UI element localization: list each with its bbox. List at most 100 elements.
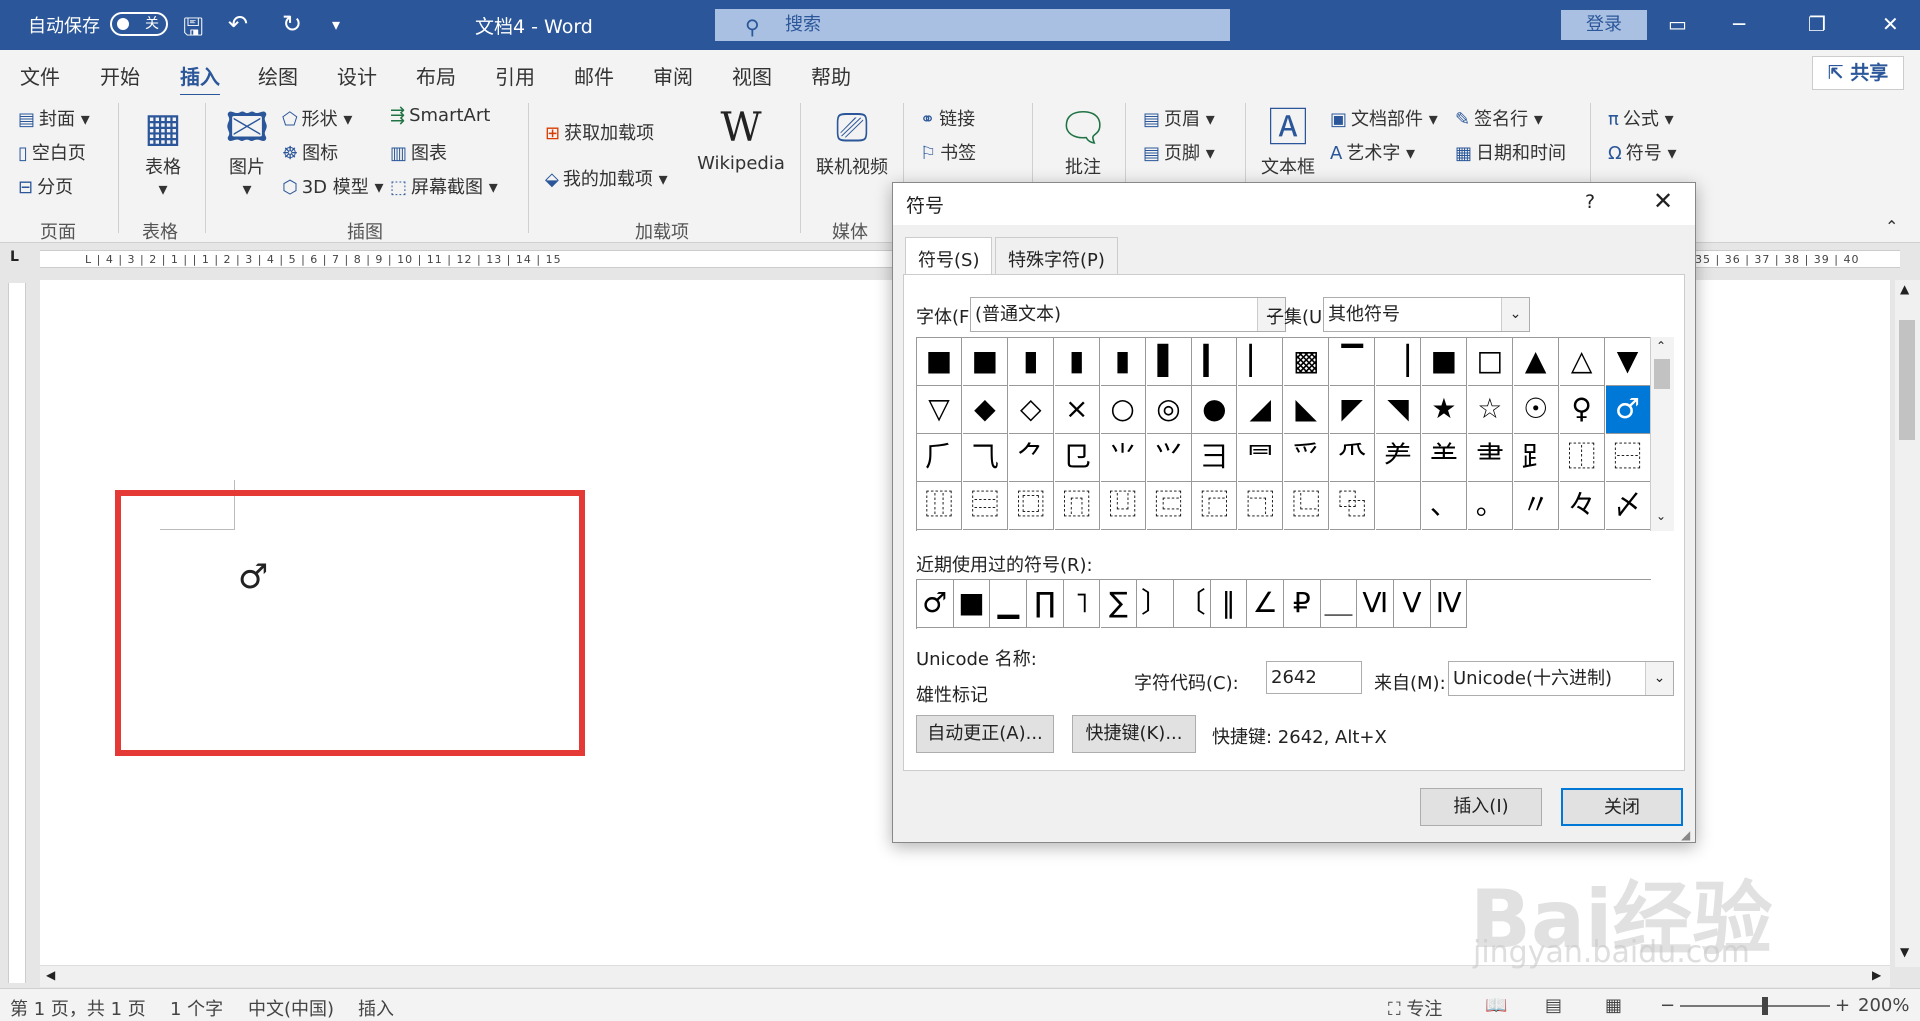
- symbol-cell[interactable]: ⿳: [962, 482, 1008, 530]
- resize-grip-icon[interactable]: ◢: [1681, 828, 1690, 842]
- recent-symbol-cell[interactable]: Ⅴ: [1394, 580, 1431, 628]
- symbol-cell[interactable]: ⿶: [1100, 482, 1146, 530]
- collapse-ribbon-icon[interactable]: ⌃: [1885, 217, 1898, 236]
- symbol-cell[interactable]: ⺻: [1467, 434, 1513, 482]
- recent-symbol-cell[interactable]: ₽: [1284, 580, 1321, 628]
- insert-mode[interactable]: 插入: [358, 995, 394, 1021]
- symbol-cell[interactable]: [1376, 482, 1421, 530]
- symbol-cell[interactable]: 〆: [1605, 482, 1651, 530]
- symbol-cell[interactable]: 〃: [1513, 482, 1559, 530]
- symbol-cell[interactable]: ▕: [1376, 338, 1421, 386]
- symbol-cell[interactable]: ◇: [1008, 386, 1054, 434]
- 3d-models-button[interactable]: ⬡ 3D 模型 ▾: [282, 173, 384, 199]
- recent-symbol-cell[interactable]: ■: [953, 580, 991, 628]
- recent-symbol-cell[interactable]: ∏: [1027, 580, 1064, 628]
- grid-scrollbar[interactable]: ⌃ ⌄: [1650, 337, 1674, 531]
- font-select[interactable]: (普通文本) ⌄: [970, 297, 1286, 332]
- tab-view[interactable]: 视图: [732, 61, 772, 90]
- recent-symbol-cell[interactable]: ＿: [1320, 580, 1358, 628]
- symbol-cell[interactable]: ◥: [1376, 386, 1421, 434]
- symbol-cell[interactable]: ♂: [1605, 386, 1651, 434]
- scroll-up-icon[interactable]: ▲: [1900, 282, 1909, 296]
- tab-references[interactable]: 引用: [495, 61, 535, 90]
- scroll-left-icon[interactable]: ◀: [46, 968, 55, 982]
- zoom-in-icon[interactable]: +: [1835, 995, 1850, 1016]
- focus-button[interactable]: ⛶ 专注: [1388, 995, 1442, 1021]
- redo-icon[interactable]: ↻: [282, 10, 302, 38]
- recent-symbol-cell[interactable]: ▁: [990, 580, 1028, 628]
- symbol-cell[interactable]: ⺜: [1238, 434, 1284, 482]
- close-window-icon[interactable]: ✕: [1882, 12, 1899, 36]
- symbol-cell[interactable]: ●: [1192, 386, 1238, 434]
- from-select[interactable]: Unicode(十六进制) ⌄: [1448, 661, 1674, 696]
- scroll-up-icon[interactable]: ⌃: [1656, 339, 1666, 353]
- symbol-cell[interactable]: ▮: [1008, 338, 1054, 386]
- symbol-cell[interactable]: ⿱: [1605, 434, 1651, 482]
- symbol-cell[interactable]: ▮: [1054, 338, 1100, 386]
- symbol-cell[interactable]: ■: [917, 338, 962, 386]
- recent-symbol-cell[interactable]: Ⅳ: [1430, 580, 1468, 628]
- icons-button[interactable]: ☸ 图标: [282, 139, 338, 165]
- subset-select[interactable]: 其他符号 ⌄: [1323, 297, 1530, 332]
- symbol-cell[interactable]: ⺍: [1146, 434, 1192, 482]
- symbol-cell[interactable]: ⿰: [1559, 434, 1605, 482]
- symbol-cell[interactable]: ⿵: [1054, 482, 1100, 530]
- textbox-button[interactable]: 🄰 文本框: [1258, 103, 1318, 179]
- tab-file[interactable]: 文件: [20, 61, 60, 90]
- my-addins-button[interactable]: ⬙ 我的加载项 ▾: [545, 165, 668, 191]
- symbol-cell[interactable]: ⿸: [1192, 482, 1238, 530]
- tab-help[interactable]: 帮助: [811, 61, 851, 90]
- table-button[interactable]: ▦ 表格 ▾: [138, 103, 188, 200]
- symbol-cell[interactable]: ■: [962, 338, 1008, 386]
- symbol-cell[interactable]: ▽: [917, 386, 962, 434]
- symbol-cell[interactable]: ⺋: [1054, 434, 1100, 482]
- scroll-thumb[interactable]: [1899, 320, 1915, 440]
- close-button[interactable]: 关闭: [1561, 788, 1683, 826]
- symbol-cell[interactable]: ○: [1100, 386, 1146, 434]
- zoom-slider-thumb[interactable]: [1762, 997, 1768, 1015]
- symbol-cell[interactable]: ⺤: [1284, 434, 1330, 482]
- symbol-cell[interactable]: ▩: [1284, 338, 1330, 386]
- scroll-right-icon[interactable]: ▶: [1872, 968, 1881, 982]
- recent-symbol-cell[interactable]: ♂: [917, 580, 954, 628]
- tab-special-characters[interactable]: 特殊字符(P): [995, 237, 1118, 275]
- char-code-input[interactable]: 2642: [1266, 661, 1362, 694]
- tab-home[interactable]: 开始: [100, 61, 140, 90]
- symbol-cell[interactable]: ☆: [1467, 386, 1513, 434]
- zoom-level[interactable]: 200%: [1858, 995, 1909, 1016]
- get-addins-button[interactable]: ⊞ 获取加载项: [545, 119, 654, 145]
- symbol-cell[interactable]: ◎: [1146, 386, 1192, 434]
- symbol-cell[interactable]: ⺕: [1192, 434, 1238, 482]
- cover-page-button[interactable]: ▤ 封面 ▾: [18, 105, 90, 131]
- symbol-cell[interactable]: ⺁: [917, 434, 962, 482]
- print-layout-icon[interactable]: ▤: [1545, 995, 1562, 1016]
- scroll-down-icon[interactable]: ▼: [1900, 945, 1909, 959]
- blank-page-button[interactable]: ▯ 空白页: [18, 139, 86, 165]
- tab-draw[interactable]: 绘图: [258, 61, 298, 90]
- recent-symbol-cell[interactable]: ˥: [1063, 580, 1101, 628]
- quick-parts-button[interactable]: ▣ 文档部件 ▾: [1330, 105, 1438, 131]
- symbol-cell[interactable]: 、: [1421, 482, 1467, 530]
- pictures-button[interactable]: 🖾 图片 ▾: [222, 103, 272, 200]
- recent-symbol-cell[interactable]: ‖: [1210, 580, 1248, 628]
- symbol-cell[interactable]: ⺄: [962, 434, 1008, 482]
- web-layout-icon[interactable]: ▦: [1605, 995, 1622, 1016]
- language[interactable]: 中文(中国): [248, 995, 334, 1021]
- login-button[interactable]: 登录: [1561, 10, 1647, 40]
- symbol-cell[interactable]: 々: [1559, 482, 1605, 530]
- header-button[interactable]: ▤ 页眉 ▾: [1143, 105, 1215, 131]
- tab-mailings[interactable]: 邮件: [574, 61, 614, 90]
- vertical-scrollbar[interactable]: ▲ ▼: [1895, 280, 1920, 967]
- autocorrect-button[interactable]: 自动更正(A)...: [916, 715, 1054, 753]
- screenshot-button[interactable]: ⬚ 屏幕截图 ▾: [390, 173, 498, 199]
- tab-insert[interactable]: 插入: [180, 61, 220, 97]
- symbol-cell[interactable]: ◢: [1238, 386, 1284, 434]
- recent-symbol-cell[interactable]: 〕: [1137, 580, 1174, 628]
- symbol-cell[interactable]: ⿷: [1146, 482, 1192, 530]
- help-button[interactable]: ?: [1585, 191, 1595, 213]
- signature-line-button[interactable]: ✎ 签名行 ▾: [1455, 105, 1543, 131]
- symbol-cell[interactable]: ★: [1421, 386, 1467, 434]
- bookmark-button[interactable]: ⚐ 书签: [920, 139, 976, 165]
- symbol-cell[interactable]: ▮: [1100, 338, 1146, 386]
- symbol-cell[interactable]: ♀: [1559, 386, 1605, 434]
